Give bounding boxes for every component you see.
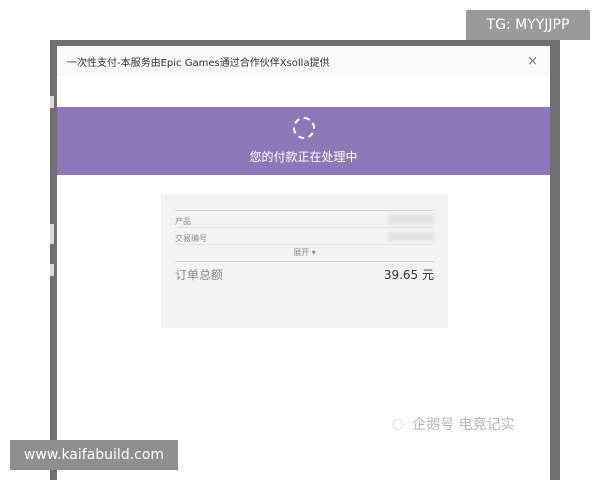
watermark-text: 企鹅号 电竞记实 <box>412 417 515 433</box>
receipt-row-transaction: 交易编号 <box>175 228 434 245</box>
receipt-row-value-redacted <box>388 232 434 241</box>
processing-status-text: 您的付款正在处理中 <box>249 150 358 164</box>
close-icon[interactable]: × <box>527 55 538 68</box>
order-total-value: 39.65 元 <box>383 268 434 282</box>
background-fragment <box>50 96 54 108</box>
tg-contact-badge: TG: MYYJJPP <box>466 10 590 40</box>
dialog-title: 一次性支付-本服务由Epic Games通过合作伙伴Xsolla提供 <box>67 57 330 69</box>
receipt-row-label: 产品 <box>175 217 191 226</box>
order-total-row: 订单总额 39.65 元 <box>175 261 434 283</box>
order-total-label: 订单总额 <box>175 268 224 282</box>
loading-spinner-icon <box>292 117 315 139</box>
background-fragment <box>50 224 54 244</box>
penguin-logo-icon: ◌ <box>392 416 405 432</box>
expand-details-link[interactable]: 展开 ▾ <box>175 245 434 261</box>
watermark: ◌ 企鹅号 电竞记实 <box>392 414 515 434</box>
order-receipt: 产品 交易编号 展开 ▾ 订单总额 39.65 元 <box>161 194 448 328</box>
processing-banner: 您的付款正在处理中 <box>57 107 550 175</box>
receipt-row-product: 产品 <box>175 211 434 228</box>
receipt-row-value-redacted <box>388 215 434 224</box>
site-url-badge: www.kaifabuild.com <box>10 440 178 470</box>
receipt-row-label: 交易编号 <box>175 234 207 243</box>
dialog-header: 一次性支付-本服务由Epic Games通过合作伙伴Xsolla提供 × <box>57 46 550 76</box>
background-fragment <box>50 264 54 276</box>
